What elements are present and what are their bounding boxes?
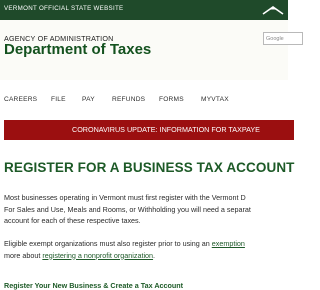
exempt-line-2: more about registering a nonprofit organ… — [4, 250, 304, 262]
intro-line-3: account for each of these respective tax… — [4, 216, 141, 225]
official-site-label: VERMONT OFFICIAL STATE WEBSITE — [4, 5, 124, 12]
nav-item-forms[interactable]: FORMS — [159, 96, 184, 103]
exempt-text-2: more about — [4, 250, 43, 260]
page-title: REGISTER FOR A BUSINESS TAX ACCOUNT — [4, 160, 295, 175]
exempt-org-paragraph: Eligible exempt organizations must also … — [4, 238, 304, 261]
exempt-text-1: Eligible exempt organizations must also … — [4, 239, 212, 248]
main-navigation: CAREERS FILE PAY REFUNDS FORMS MYVTAX — [0, 80, 288, 118]
register-new-business-heading: Register Your New Business & Create a Ta… — [4, 281, 184, 290]
nav-item-myvtax[interactable]: MYVTAX — [201, 96, 229, 103]
vermont-mountain-logo-icon[interactable] — [262, 4, 284, 16]
exempt-text-3: . — [153, 250, 156, 260]
intro-line-1: Most businesses operating in Vermont mus… — [4, 193, 246, 202]
nav-item-careers[interactable]: CAREERS — [4, 96, 37, 103]
department-title[interactable]: Department of Taxes — [4, 41, 151, 58]
state-top-bar: VERMONT OFFICIAL STATE WEBSITE — [0, 0, 288, 20]
google-search-input[interactable]: Google — [263, 32, 303, 45]
exempt-line-1: Eligible exempt organizations must also … — [4, 238, 304, 250]
exemption-link[interactable]: exemption — [212, 239, 245, 248]
intro-line-2: For Sales and Use, Meals and Rooms, or W… — [4, 204, 251, 214]
nav-item-file[interactable]: FILE — [51, 96, 66, 103]
site-header: AGENCY OF ADMINISTRATION Department of T… — [0, 20, 303, 80]
nav-item-refunds[interactable]: REFUNDS — [112, 96, 145, 103]
nav-item-pay[interactable]: PAY — [82, 96, 95, 103]
register-nonprofit-link[interactable]: registering a nonprofit organization — [42, 251, 153, 260]
coronavirus-update-banner[interactable]: CORONAVIRUS UPDATE: INFORMATION FOR TAXP… — [4, 120, 294, 140]
intro-paragraph: Most businesses operating in Vermont mus… — [4, 192, 304, 227]
